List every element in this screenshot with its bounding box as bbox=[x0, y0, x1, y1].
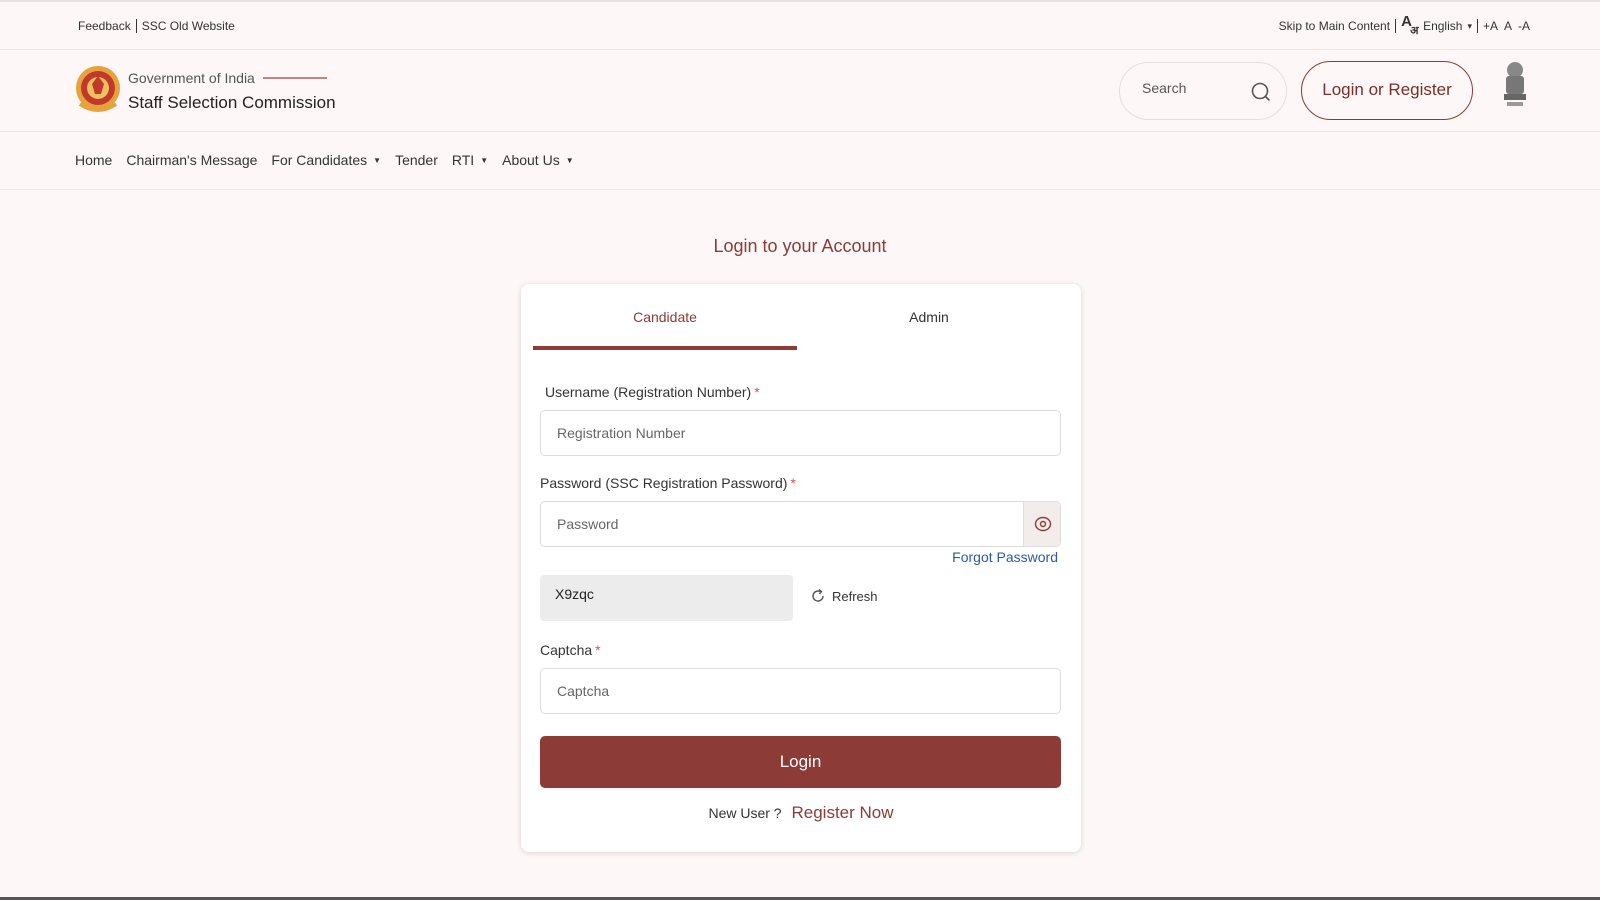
top-utility-bar: Feedback SSC Old Website Skip to Main Co… bbox=[0, 0, 1600, 50]
gov-text: Government of India bbox=[128, 70, 255, 86]
password-label: Password (SSC Registration Password) * bbox=[540, 475, 796, 491]
eye-icon bbox=[1034, 516, 1052, 532]
login-register-button[interactable]: Login or Register bbox=[1301, 61, 1473, 120]
nav-label: Chairman's Message bbox=[126, 152, 258, 168]
nav-label: Tender bbox=[395, 152, 438, 168]
tab-candidate[interactable]: Candidate bbox=[533, 302, 797, 350]
font-decrease-button[interactable]: -A bbox=[1518, 19, 1530, 33]
captcha-field[interactable] bbox=[540, 668, 1061, 714]
show-password-button[interactable] bbox=[1023, 502, 1060, 546]
captcha-input[interactable] bbox=[541, 669, 1060, 713]
password-label-text: Password (SSC Registration Password) bbox=[540, 475, 788, 491]
captcha-label-text: Captcha bbox=[540, 642, 593, 658]
captcha-label: Captcha * bbox=[540, 642, 601, 658]
nav-item-tender[interactable]: Tender bbox=[395, 152, 438, 168]
divider bbox=[135, 19, 137, 33]
new-user-text: New User ? bbox=[708, 805, 782, 821]
tab-admin[interactable]: Admin bbox=[797, 302, 1061, 350]
new-user-row: New User ? Register Now bbox=[521, 803, 1081, 823]
divider bbox=[1476, 19, 1478, 33]
page-title: Login to your Account bbox=[713, 236, 887, 256]
search-icon[interactable] bbox=[1250, 81, 1272, 103]
divider bbox=[1395, 19, 1397, 33]
username-input[interactable] bbox=[541, 411, 1060, 455]
caret-down-icon: ▼ bbox=[480, 155, 489, 165]
username-label-text: Username (Registration Number) bbox=[545, 384, 752, 400]
feedback-link[interactable]: Feedback bbox=[78, 19, 131, 33]
language-label: English bbox=[1423, 19, 1463, 33]
required-mark: * bbox=[595, 642, 601, 658]
ssc-logo-icon[interactable] bbox=[74, 64, 122, 116]
search-box[interactable] bbox=[1119, 62, 1287, 120]
register-now-link[interactable]: Register Now bbox=[791, 803, 893, 822]
nav-list: Home Chairman's Message For Candidates ▼ … bbox=[75, 152, 588, 168]
login-button[interactable]: Login bbox=[540, 736, 1061, 788]
nav-item-for-candidates[interactable]: For Candidates ▼ bbox=[271, 152, 381, 168]
ashoka-emblem-icon bbox=[1504, 62, 1526, 106]
language-icon[interactable]: Aअ bbox=[1401, 13, 1423, 37]
password-field[interactable] bbox=[540, 501, 1061, 547]
captcha-image: X9zqc bbox=[540, 575, 793, 621]
skip-to-main-link[interactable]: Skip to Main Content bbox=[1279, 19, 1390, 33]
nav-item-rti[interactable]: RTI ▼ bbox=[452, 152, 488, 168]
language-select[interactable]: English ▾ bbox=[1423, 19, 1472, 33]
divider bbox=[262, 77, 327, 79]
font-normal-button[interactable]: A bbox=[1504, 19, 1512, 33]
site-title[interactable]: Staff Selection Commission bbox=[128, 93, 336, 113]
old-website-link[interactable]: SSC Old Website bbox=[142, 19, 235, 33]
required-mark: * bbox=[754, 384, 760, 400]
site-header: Government of India Staff Selection Comm… bbox=[0, 50, 1600, 132]
gov-of-india-label: Government of India bbox=[128, 70, 327, 86]
nav-label: For Candidates bbox=[271, 152, 368, 168]
nav-label: RTI bbox=[451, 152, 475, 168]
main-nav: Home Chairman's Message For Candidates ▼ … bbox=[0, 133, 1600, 190]
chevron-down-icon: ▾ bbox=[1467, 20, 1472, 31]
refresh-icon bbox=[812, 588, 824, 602]
search-input[interactable] bbox=[1142, 80, 1252, 96]
refresh-captcha-button[interactable]: Refresh bbox=[810, 588, 878, 604]
required-mark: * bbox=[790, 475, 796, 491]
nav-label: Home bbox=[75, 152, 113, 168]
nav-label: About Us bbox=[502, 152, 560, 168]
nav-item-home[interactable]: Home bbox=[75, 152, 112, 168]
accessibility-controls: Skip to Main Content Aअ English ▾ +A A -… bbox=[1279, 13, 1530, 37]
caret-down-icon: ▼ bbox=[373, 155, 382, 165]
forgot-password-link[interactable]: Forgot Password bbox=[952, 549, 1058, 565]
password-input[interactable] bbox=[541, 502, 1025, 546]
refresh-label: Refresh bbox=[832, 588, 878, 604]
nav-item-chairmans-message[interactable]: Chairman's Message bbox=[126, 152, 257, 168]
nav-item-about-us[interactable]: About Us ▼ bbox=[502, 152, 574, 168]
caret-down-icon: ▼ bbox=[565, 155, 574, 165]
login-tabs: Candidate Admin bbox=[533, 302, 1061, 350]
utility-links: Feedback SSC Old Website bbox=[78, 19, 235, 33]
font-increase-button[interactable]: +A bbox=[1483, 19, 1498, 33]
login-card: Candidate Admin Username (Registration N… bbox=[521, 284, 1081, 852]
username-field[interactable] bbox=[540, 410, 1061, 456]
username-label: Username (Registration Number) * bbox=[545, 384, 760, 400]
